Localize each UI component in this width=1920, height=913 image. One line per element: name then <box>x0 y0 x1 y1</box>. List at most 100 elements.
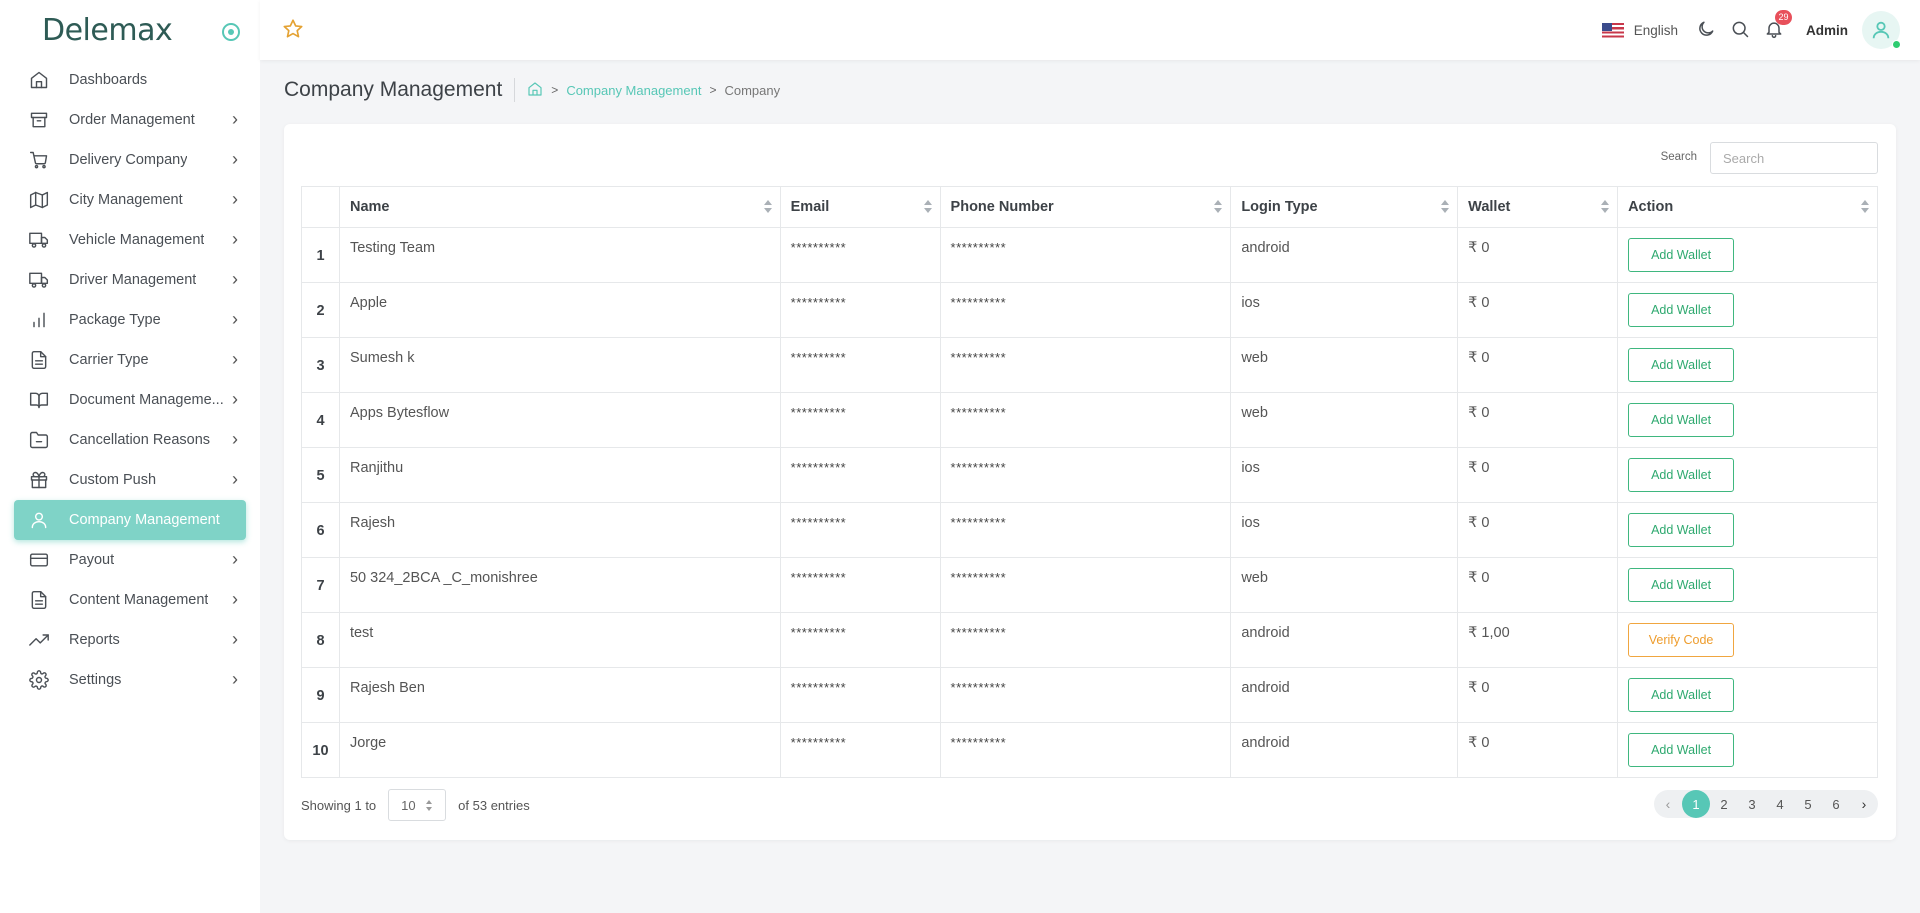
page-header: Company Management > Company Management … <box>284 74 780 106</box>
breadcrumb-link[interactable]: Company Management <box>566 83 701 98</box>
search-input[interactable] <box>1710 142 1878 174</box>
wallet-balance: ₹ 0 <box>1457 337 1619 393</box>
sidebar-item-label: Package Type <box>69 312 161 328</box>
sidebar-item-city-management[interactable]: City Management › <box>14 180 246 220</box>
sidebar-item-label: Vehicle Management <box>69 232 205 248</box>
sort-icon[interactable] <box>1601 200 1610 214</box>
user-icon <box>28 509 50 531</box>
column-header-name[interactable]: Name <box>338 186 781 228</box>
wallet-balance: ₹ 0 <box>1457 722 1619 778</box>
search-label: Search <box>1660 151 1697 163</box>
sidebar-toggle-icon[interactable] <box>222 23 240 41</box>
wallet-balance: ₹ 0 <box>1457 392 1619 448</box>
previous-page-button[interactable]: ‹ <box>1654 790 1682 818</box>
page-5-button[interactable]: 5 <box>1794 790 1822 818</box>
home-icon[interactable] <box>527 81 543 100</box>
action-cell: Add Wallet <box>1617 282 1878 338</box>
bookmark-star-icon[interactable] <box>282 18 304 40</box>
sidebar-item-order-management[interactable]: Order Management › <box>14 100 246 140</box>
breadcrumb: > Company Management > Company <box>515 81 780 100</box>
sort-icon[interactable] <box>763 200 772 214</box>
sidebar-item-custom-push[interactable]: Custom Push › <box>14 460 246 500</box>
page-length-select[interactable]: 10 <box>388 789 447 821</box>
sidebar-item-content-management[interactable]: Content Management › <box>14 580 246 620</box>
add-wallet-button[interactable]: Add Wallet <box>1628 678 1735 712</box>
action-cell: Verify Code <box>1617 612 1878 668</box>
table-row: 8 test ********** ********** android ₹ 1,00 Ve… <box>301 612 1878 668</box>
row-index: 4 <box>301 392 340 448</box>
column-header-action[interactable]: Action <box>1617 186 1878 228</box>
chevron-right-icon: › <box>232 469 238 489</box>
table-row: 10 Jorge ********** ********** android ₹ 0 Add… <box>301 722 1878 778</box>
wallet-balance: ₹ 0 <box>1457 282 1619 338</box>
chevron-right-icon: › <box>232 669 238 689</box>
sidebar-item-settings[interactable]: Settings › <box>14 660 246 700</box>
sidebar-item-reports[interactable]: Reports › <box>14 620 246 660</box>
add-wallet-button[interactable]: Add Wallet <box>1628 348 1735 382</box>
sidebar: Delemax Dashboards Order Management › Deliv… <box>0 0 260 913</box>
truck-icon <box>28 269 50 291</box>
add-wallet-button[interactable]: Add Wallet <box>1628 733 1735 767</box>
sidebar-item-package-type[interactable]: Package Type › <box>14 300 246 340</box>
login-type: ios <box>1230 447 1459 503</box>
page-2-button[interactable]: 2 <box>1710 790 1738 818</box>
row-index: 6 <box>301 502 340 558</box>
sort-icon[interactable] <box>1861 200 1869 214</box>
login-type: web <box>1230 557 1459 613</box>
page-4-button[interactable]: 4 <box>1766 790 1794 818</box>
add-wallet-button[interactable]: Add Wallet <box>1628 238 1735 272</box>
next-page-button[interactable]: › <box>1850 790 1878 818</box>
sort-icon[interactable] <box>923 200 932 214</box>
sidebar-item-label: Reports <box>69 632 120 648</box>
column-header-login-type[interactable]: Login Type <box>1230 186 1459 228</box>
search-icon[interactable] <box>1730 19 1752 41</box>
sidebar-item-vehicle-management[interactable]: Vehicle Management › <box>14 220 246 260</box>
add-wallet-button[interactable]: Add Wallet <box>1628 513 1735 547</box>
sidebar-item-carrier-type[interactable]: Carrier Type › <box>14 340 246 380</box>
page-6-button[interactable]: 6 <box>1822 790 1850 818</box>
avatar[interactable] <box>1862 11 1901 49</box>
moon-icon[interactable] <box>1696 19 1718 41</box>
us-flag-icon[interactable] <box>1601 22 1624 38</box>
language-selector[interactable]: English <box>1634 23 1678 38</box>
add-wallet-button[interactable]: Add Wallet <box>1628 458 1735 492</box>
column-header-wallet[interactable]: Wallet <box>1457 186 1619 228</box>
row-index: 2 <box>301 282 340 338</box>
bell-icon[interactable]: 29 <box>1764 10 1792 41</box>
sidebar-item-label: Document Manageme... <box>69 392 224 408</box>
wallet-balance: ₹ 0 <box>1457 557 1619 613</box>
add-wallet-button[interactable]: Add Wallet <box>1628 568 1735 602</box>
page-1-button[interactable]: 1 <box>1682 790 1710 818</box>
chevron-right-icon: › <box>232 269 238 289</box>
company-email: ********** <box>779 227 941 283</box>
column-header-label: Phone Number <box>950 199 1054 215</box>
sidebar-item-dashboards[interactable]: Dashboards <box>14 60 246 100</box>
chevron-right-icon: › <box>232 109 238 129</box>
column-header-email[interactable]: Email <box>779 186 941 228</box>
table-body: 1 Testing Team ********** ********** android… <box>301 227 1878 778</box>
sort-icon[interactable] <box>1441 200 1450 214</box>
wallet-balance: ₹ 0 <box>1457 502 1619 558</box>
brand-logo[interactable]: Delemax <box>42 13 173 48</box>
sidebar-item-delivery-company[interactable]: Delivery Company › <box>14 140 246 180</box>
sort-icon[interactable] <box>1214 200 1223 214</box>
verify-code-button[interactable]: Verify Code <box>1628 623 1735 657</box>
trending-up-icon <box>28 629 50 651</box>
sidebar-item-driver-management[interactable]: Driver Management › <box>14 260 246 300</box>
book-icon <box>28 389 50 411</box>
add-wallet-button[interactable]: Add Wallet <box>1628 293 1735 327</box>
page-title: Company Management <box>284 78 516 102</box>
sidebar-item-payout[interactable]: Payout › <box>14 540 246 580</box>
sidebar-item-company-management[interactable]: Company Management <box>14 500 246 540</box>
add-wallet-button[interactable]: Add Wallet <box>1628 403 1735 437</box>
sidebar-item-document-manageme[interactable]: Document Manageme... › <box>14 380 246 420</box>
action-cell: Add Wallet <box>1617 722 1878 778</box>
page-3-button[interactable]: 3 <box>1738 790 1766 818</box>
chevron-right-icon: › <box>232 229 238 249</box>
column-header-phone-number[interactable]: Phone Number <box>939 186 1232 228</box>
sidebar-item-cancellation-reasons[interactable]: Cancellation Reasons › <box>14 420 246 460</box>
online-status-dot <box>1892 40 1901 49</box>
company-phone: ********** <box>939 557 1232 613</box>
user-name[interactable]: Admin <box>1806 23 1848 38</box>
sidebar-item-label: Delivery Company <box>69 152 188 168</box>
